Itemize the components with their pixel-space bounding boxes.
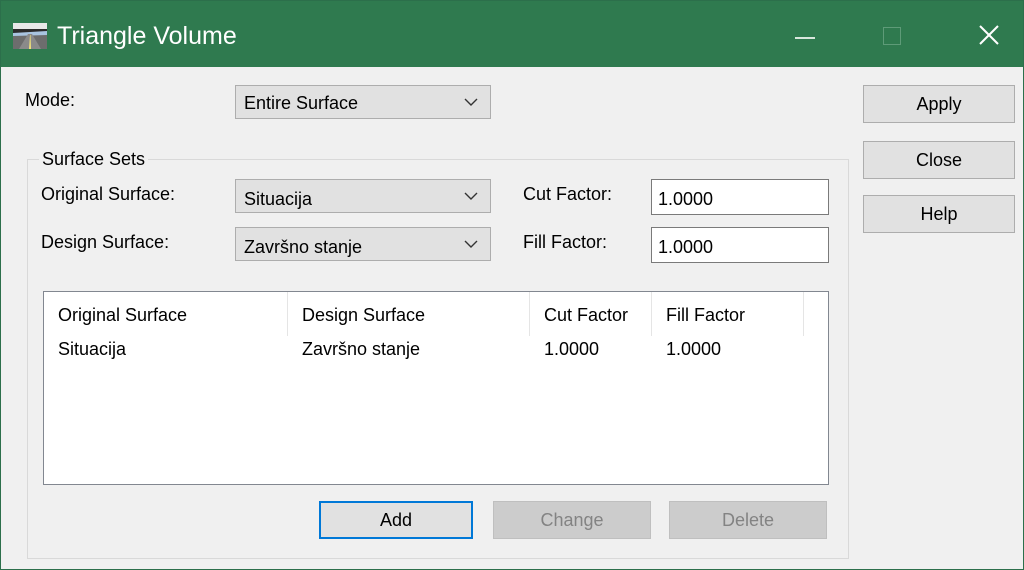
triangle-volume-dialog: Triangle Volume Mode: Entire Surface App…: [0, 0, 1024, 570]
original-surface-value: Situacija: [244, 189, 313, 209]
cell-design-surface: Završno stanje: [302, 339, 421, 359]
original-surface-dropdown[interactable]: Situacija: [235, 179, 491, 213]
delete-button[interactable]: Delete: [669, 501, 827, 539]
design-surface-label: Design Surface:: [41, 232, 170, 252]
mode-label: Mode:: [25, 90, 76, 110]
change-button[interactable]: Change: [493, 501, 651, 539]
column-header-design-surface[interactable]: Design Surface: [288, 292, 530, 336]
chevron-down-icon: [464, 95, 478, 114]
close-icon[interactable]: [971, 19, 1011, 51]
fill-factor-value: 1.0000: [658, 237, 714, 257]
mode-dropdown[interactable]: Entire Surface: [235, 85, 491, 119]
column-header-fill-factor[interactable]: Fill Factor: [652, 292, 804, 336]
surface-sets-list[interactable]: Original Surface Design Surface Cut Fact…: [43, 291, 829, 485]
mode-value: Entire Surface: [244, 93, 359, 113]
cell-cut-factor: 1.0000: [544, 339, 600, 359]
design-surface-value: Završno stanje: [244, 237, 363, 257]
close-button[interactable]: Close: [863, 141, 1015, 179]
cut-factor-value: 1.0000: [658, 189, 714, 209]
fill-factor-input[interactable]: 1.0000: [651, 227, 829, 263]
fill-factor-label: Fill Factor:: [523, 232, 608, 252]
column-header-cut-factor[interactable]: Cut Factor: [530, 292, 652, 336]
list-header: Original Surface Design Surface Cut Fact…: [44, 292, 828, 336]
cell-original-surface: Situacija: [58, 339, 127, 359]
table-row[interactable]: Situacija Završno stanje 1.0000 1.0000: [44, 336, 828, 364]
window-title: Triangle Volume: [57, 22, 237, 50]
minimize-button[interactable]: [789, 19, 829, 51]
cut-factor-input[interactable]: 1.0000: [651, 179, 829, 215]
road-image-icon: [13, 23, 47, 49]
surface-sets-title: Surface Sets: [39, 148, 149, 170]
chevron-down-icon: [464, 189, 478, 208]
maximize-button: [879, 19, 919, 51]
column-header-original-surface[interactable]: Original Surface: [44, 292, 288, 336]
add-button[interactable]: Add: [319, 501, 473, 539]
original-surface-label: Original Surface:: [41, 184, 176, 204]
cell-fill-factor: 1.0000: [666, 339, 722, 359]
design-surface-dropdown[interactable]: Završno stanje: [235, 227, 491, 261]
help-button[interactable]: Help: [863, 195, 1015, 233]
apply-button[interactable]: Apply: [863, 85, 1015, 123]
title-bar[interactable]: Triangle Volume: [1, 1, 1023, 67]
cut-factor-label: Cut Factor:: [523, 184, 613, 204]
chevron-down-icon: [464, 237, 478, 256]
